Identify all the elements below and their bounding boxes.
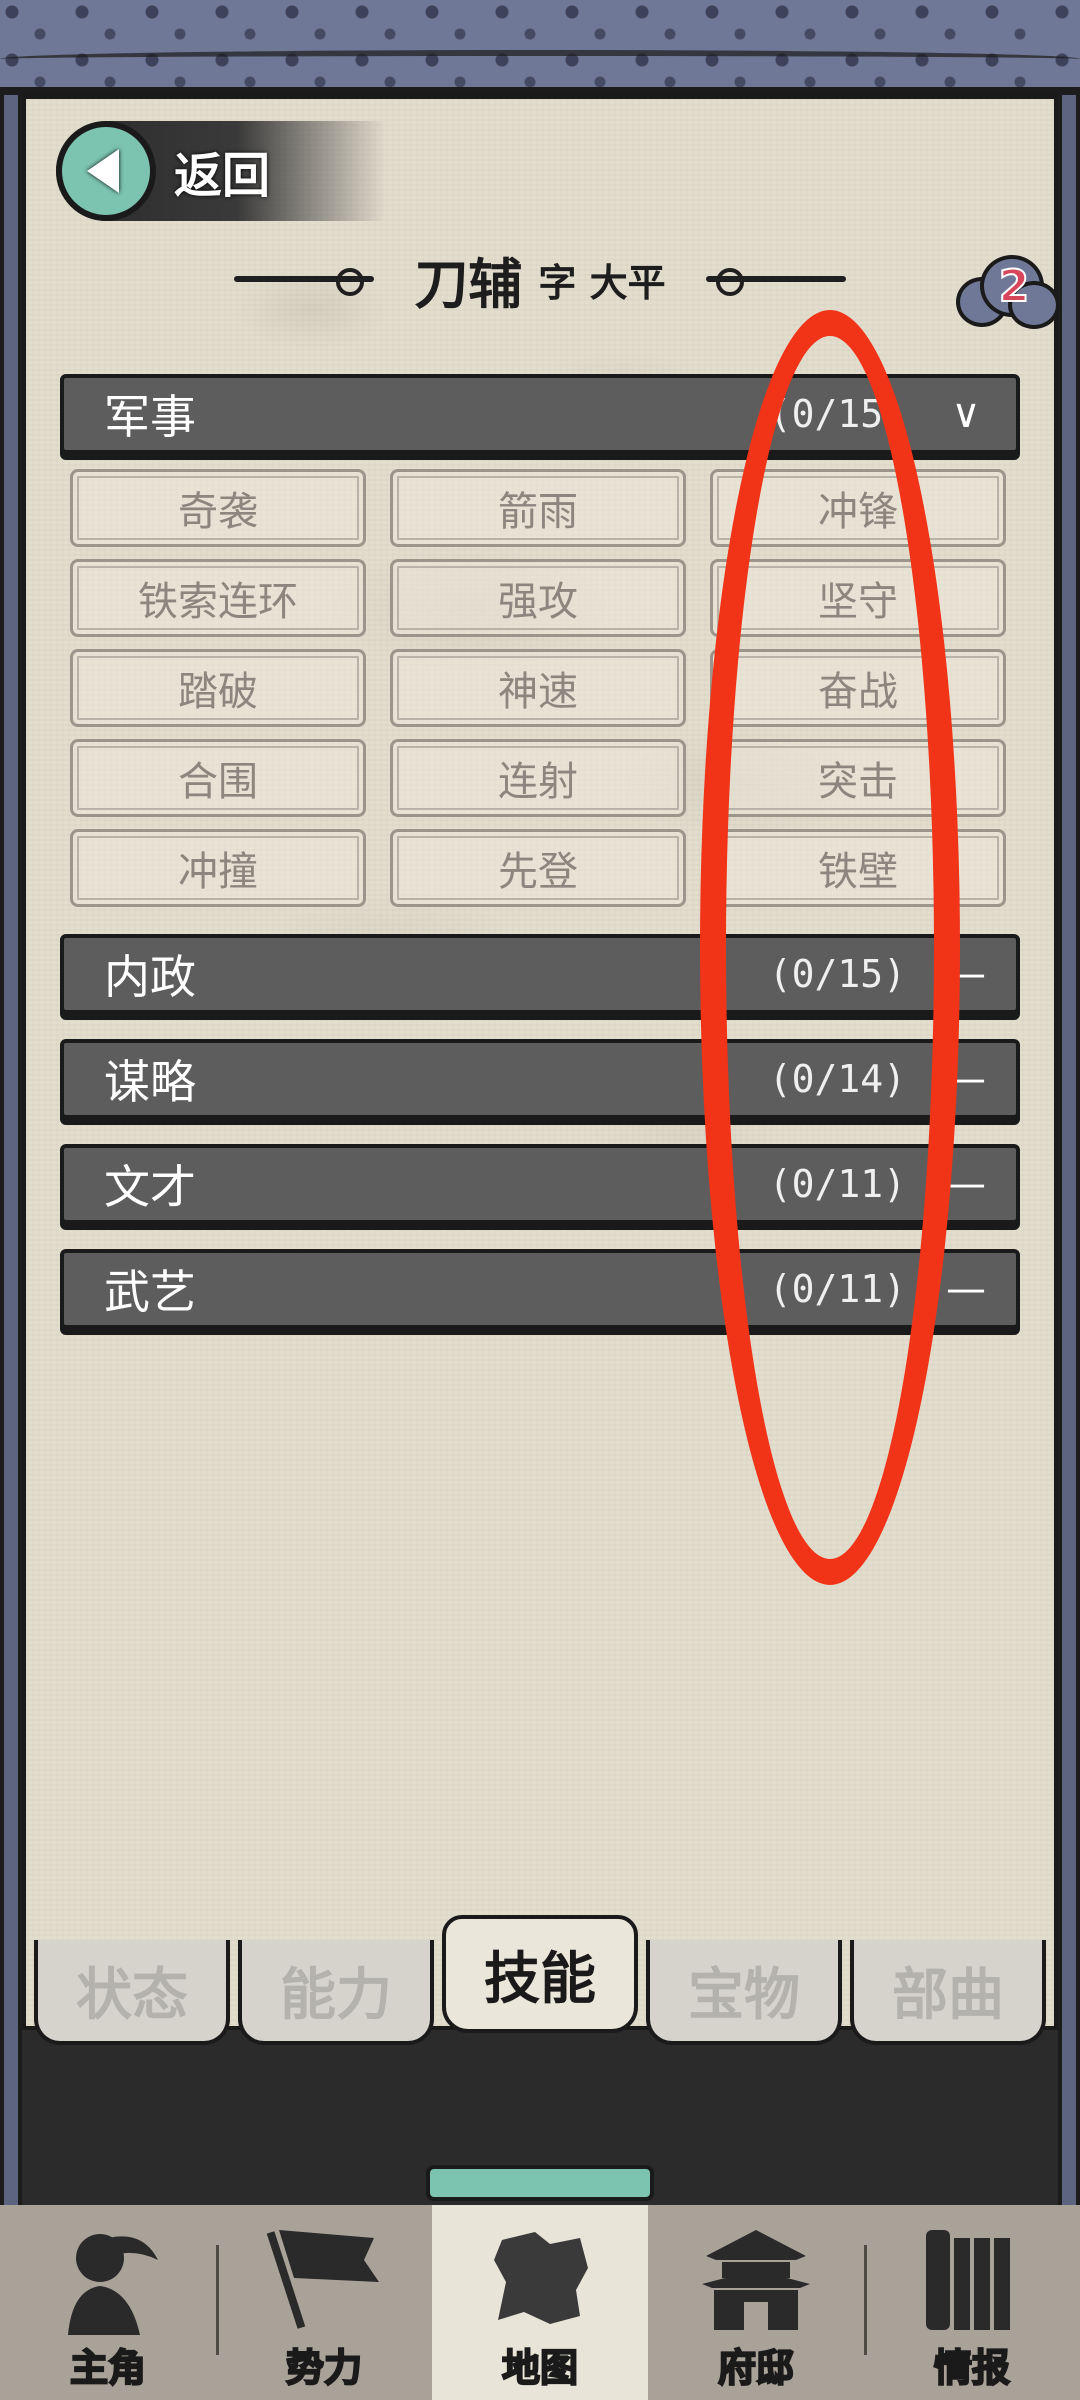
skill-slot[interactable]: 连射 <box>390 739 686 817</box>
top-decorative-band <box>0 0 1080 95</box>
category-name: 谋略 <box>104 1055 196 1109</box>
military-skill-grid: 奇袭 箭雨 冲锋 铁索连环 强攻 坚守 踏破 神速 奋战 合围 连射 突击 冲撞… <box>70 469 1016 907</box>
character-name: 刀辅 <box>414 251 523 316</box>
category-literary[interactable]: 文才 (0/11) — <box>60 1144 1020 1224</box>
skill-slot[interactable]: 踏破 <box>70 649 366 727</box>
collapse-icon[interactable]: — <box>936 951 996 997</box>
character-tabs: 状态 能力 技能 宝物 部曲 <box>34 1915 1054 2045</box>
warrior-icon <box>43 2217 173 2337</box>
category-count: (0/15) <box>768 392 906 436</box>
tab-troops[interactable]: 部曲 <box>850 1940 1046 2045</box>
nav-label: 府邸 <box>717 2344 795 2391</box>
category-name: 武艺 <box>104 1265 196 1319</box>
skill-slot[interactable]: 箭雨 <box>390 469 686 547</box>
category-count: (0/11) <box>768 1162 906 1206</box>
nav-protagonist[interactable]: 主角 <box>0 2205 216 2400</box>
category-name: 内政 <box>104 950 196 1004</box>
nav-label: 情报 <box>933 2344 1011 2391</box>
notification-count: 2 <box>998 260 1031 313</box>
character-style-name: 字 大平 <box>538 259 666 305</box>
back-label: 返回 <box>174 148 271 204</box>
category-military[interactable]: 军事 (0/15) ∨ <box>60 374 1020 454</box>
skill-slot[interactable]: 坚守 <box>710 559 1006 637</box>
collapse-icon[interactable]: — <box>936 1056 996 1102</box>
collapse-icon[interactable]: — <box>936 1161 996 1207</box>
skill-slot[interactable]: 神速 <box>390 649 686 727</box>
tab-skills[interactable]: 技能 <box>442 1915 638 2033</box>
left-ornament-icon <box>234 268 375 296</box>
right-frame <box>1058 95 1080 2205</box>
nav-faction[interactable]: 势力 <box>216 2205 432 2400</box>
category-name: 文才 <box>104 1160 196 1214</box>
category-count: (0/15) <box>768 952 906 996</box>
nav-mansion[interactable]: 府邸 <box>648 2205 864 2400</box>
skill-slot[interactable]: 强攻 <box>390 559 686 637</box>
skills-panel: 返回 刀辅 字 大平 2 军事 (0/15) ∨ 奇袭 箭雨 冲锋 铁索连环 强… <box>22 95 1060 2030</box>
skill-slot[interactable]: 冲撞 <box>70 829 366 907</box>
notification-cloud-badge[interactable]: 2 <box>950 247 1060 337</box>
chevron-down-icon[interactable]: ∨ <box>936 391 996 437</box>
right-ornament-icon <box>705 268 846 296</box>
category-count: (0/14) <box>768 1057 906 1101</box>
scroll-icon <box>907 2217 1037 2337</box>
category-martial[interactable]: 武艺 (0/11) — <box>60 1249 1020 1329</box>
skill-slot[interactable]: 铁壁 <box>710 829 1006 907</box>
nav-label: 地图 <box>501 2344 579 2391</box>
character-title: 刀辅 字 大平 <box>26 244 1054 316</box>
skill-slot[interactable]: 奋战 <box>710 649 1006 727</box>
active-nav-scroll-ornament <box>426 2165 654 2201</box>
skill-slot[interactable]: 冲锋 <box>710 469 1006 547</box>
category-count: (0/11) <box>768 1267 906 1311</box>
flag-icon <box>259 2217 389 2337</box>
nav-label: 主角 <box>69 2344 147 2391</box>
tab-ability[interactable]: 能力 <box>238 1940 434 2045</box>
mansion-icon <box>691 2217 821 2337</box>
tab-treasure[interactable]: 宝物 <box>646 1940 842 2045</box>
floral-pattern <box>0 0 1080 87</box>
skill-slot[interactable]: 先登 <box>390 829 686 907</box>
map-icon <box>475 2217 605 2337</box>
skill-slot[interactable]: 奇袭 <box>70 469 366 547</box>
category-name: 军事 <box>104 390 196 444</box>
nav-label: 势力 <box>285 2344 363 2391</box>
left-frame <box>0 95 22 2205</box>
bottom-navigation: 主角 势力 地图 府邸 情报 <box>0 2205 1080 2400</box>
collapse-icon[interactable]: — <box>936 1266 996 1312</box>
back-arrow-icon <box>56 121 156 221</box>
skill-slot[interactable]: 突击 <box>710 739 1006 817</box>
skill-slot[interactable]: 铁索连环 <box>70 559 366 637</box>
nav-intel[interactable]: 情报 <box>864 2205 1080 2400</box>
category-politics[interactable]: 内政 (0/15) — <box>60 934 1020 1014</box>
back-button[interactable]: 返回 <box>56 121 386 221</box>
skill-slot[interactable]: 合围 <box>70 739 366 817</box>
wave-ornament <box>0 50 1080 68</box>
nav-map[interactable]: 地图 <box>432 2205 648 2400</box>
tab-status[interactable]: 状态 <box>34 1940 230 2045</box>
category-strategy[interactable]: 谋略 (0/14) — <box>60 1039 1020 1119</box>
